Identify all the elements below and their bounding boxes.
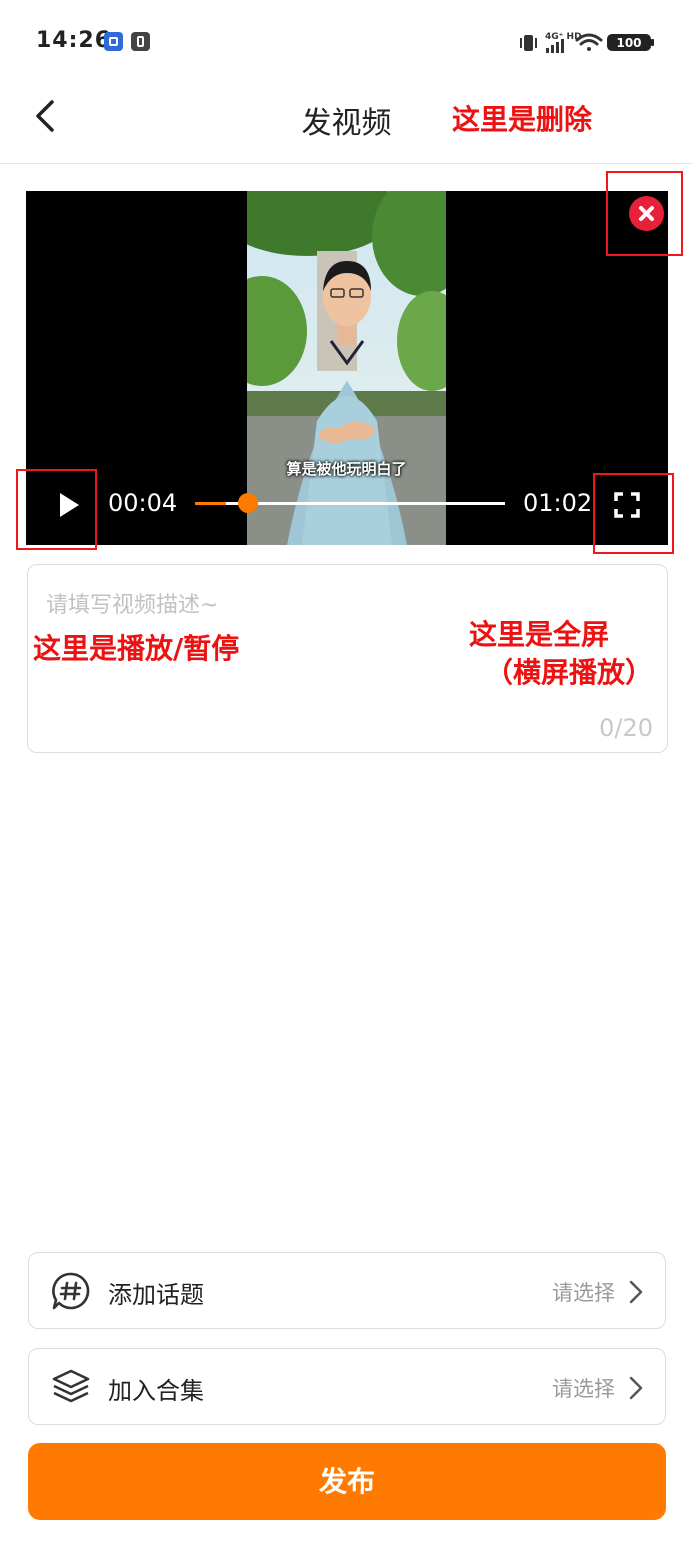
chevron-right-icon bbox=[629, 1376, 643, 1400]
status-bar: 14:26 4G⁺ HD 100 bbox=[0, 0, 693, 84]
add-topic-value: 请选择 bbox=[552, 1281, 615, 1305]
annotation-play-pause: 这里是播放/暂停 bbox=[33, 632, 240, 665]
status-time: 14:26 bbox=[36, 28, 112, 53]
annotation-box-delete bbox=[606, 171, 683, 256]
add-topic-label: 添加话题 bbox=[108, 1281, 204, 1309]
add-topic-row[interactable]: 添加话题 请选择 bbox=[28, 1252, 666, 1329]
page-header: 发视频 这里是删除 bbox=[0, 84, 693, 164]
annotation-fullscreen: 这里是全屏 bbox=[469, 618, 610, 651]
chevron-right-icon bbox=[629, 1280, 643, 1304]
progress-thumb[interactable] bbox=[238, 493, 258, 513]
layers-icon bbox=[52, 1369, 90, 1403]
video-subtitle: 算是被他玩明白了 bbox=[286, 460, 407, 478]
add-collection-label: 加入合集 bbox=[108, 1377, 204, 1405]
add-collection-value: 请选择 bbox=[552, 1377, 615, 1401]
usb-notification-icon bbox=[131, 32, 150, 51]
add-collection-row[interactable]: 加入合集 请选择 bbox=[28, 1348, 666, 1425]
wifi-icon bbox=[575, 33, 603, 51]
annotation-box-play bbox=[16, 469, 97, 550]
status-indicators: 4G⁺ HD 100 bbox=[520, 32, 654, 53]
character-counter: 0/20 bbox=[599, 714, 653, 742]
vibrate-icon bbox=[520, 35, 537, 51]
current-time: 00:04 bbox=[108, 489, 178, 517]
annotation-fullscreen-landscape: （横屏播放） bbox=[485, 656, 654, 689]
publish-button[interactable]: 发布 bbox=[28, 1443, 666, 1520]
progress-fill bbox=[195, 502, 226, 505]
annotation-delete: 这里是删除 bbox=[452, 103, 593, 136]
app-notification-icon bbox=[104, 32, 123, 51]
duration: 01:02 bbox=[523, 489, 593, 517]
battery-icon: 100 bbox=[607, 34, 654, 51]
hashtag-icon bbox=[52, 1272, 90, 1310]
video-frame bbox=[247, 191, 446, 545]
description-placeholder: 请填写视频描述~ bbox=[46, 593, 219, 618]
annotation-box-fullscreen bbox=[593, 473, 674, 554]
battery-level: 100 bbox=[616, 36, 641, 50]
